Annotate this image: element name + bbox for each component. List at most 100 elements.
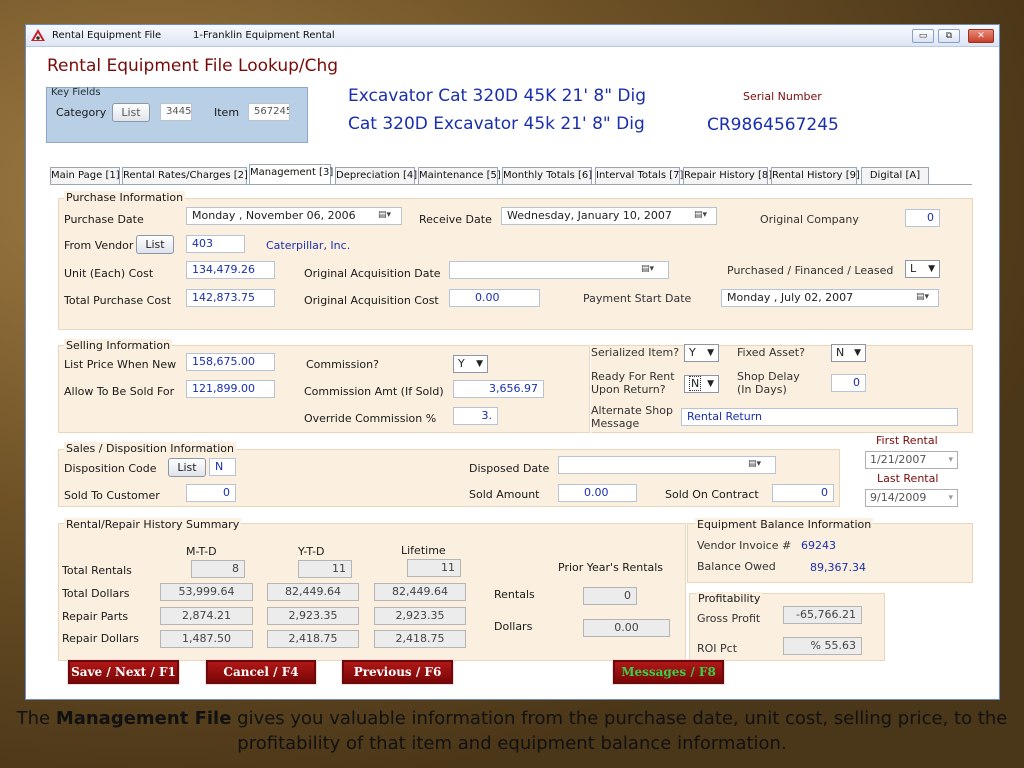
main-content: Rental Equipment File Lookup/Chg Key Fie… xyxy=(26,48,999,699)
previous-button[interactable]: Previous / F6 xyxy=(341,659,454,685)
disposed-date-field[interactable] xyxy=(558,456,776,474)
item-label: Item xyxy=(214,106,240,119)
tab-maintenance[interactable]: Maintenance [5] xyxy=(418,167,501,184)
payment-start-field[interactable]: Monday , July 02, 2007 xyxy=(721,289,939,307)
caption-bold-text: Management File xyxy=(55,708,232,729)
cancel-button[interactable]: Cancel / F4 xyxy=(205,659,317,685)
messages-button[interactable]: Messages / F8 xyxy=(612,659,725,685)
list-price-field[interactable]: 158,675.00 xyxy=(186,353,275,371)
balance-title: Equipment Balance Information xyxy=(695,518,874,531)
commission-amt-label: Commission Amt (If Sold) xyxy=(304,385,444,398)
purchase-date-label: Purchase Date xyxy=(64,213,144,226)
total-cost-label: Total Purchase Cost xyxy=(64,294,172,307)
shop-delay-field[interactable]: 0 xyxy=(831,374,866,392)
total-dollars-label: Total Dollars xyxy=(62,587,130,600)
profitability-title: Profitability xyxy=(696,592,763,605)
balance-owed-label: Balance Owed xyxy=(697,560,776,573)
prior-dollars-label: Dollars xyxy=(494,620,533,633)
payment-start-calendar-icon[interactable]: ▤▾ xyxy=(916,292,929,302)
commission-select[interactable]: Y ▼ xyxy=(453,355,488,373)
window-subtitle: 1-Franklin Equipment Rental xyxy=(193,30,335,41)
disposition-code-field[interactable]: N xyxy=(209,458,236,476)
tab-rental-rates[interactable]: Rental Rates/Charges [2] xyxy=(122,167,248,184)
category-input[interactable]: 3445 xyxy=(160,103,192,121)
selling-info-title: Selling Information xyxy=(64,339,173,352)
allow-sold-label: Allow To Be Sold For xyxy=(64,385,175,398)
vendor-name: Caterpillar, Inc. xyxy=(266,239,351,252)
repair-dollars-ytd: 2,418.75 xyxy=(267,630,359,648)
sold-to-customer-label: Sold To Customer xyxy=(64,489,160,502)
prior-rentals-field: 0 xyxy=(583,587,637,605)
original-company-label: Original Company xyxy=(760,213,859,226)
orig-acq-date-field[interactable] xyxy=(449,261,669,279)
fixed-asset-select[interactable]: N ▼ xyxy=(831,344,866,362)
window-title: Rental Equipment File xyxy=(52,30,162,41)
slide-caption: The Management File gives you valuable i… xyxy=(16,708,1008,754)
minimize-button[interactable]: ▭ xyxy=(912,29,934,43)
tab-main-page[interactable]: Main Page [1] xyxy=(50,167,120,184)
receive-date-field[interactable]: Wednesday, January 10, 2007 xyxy=(501,207,717,225)
pfl-select[interactable]: L ▼ xyxy=(905,260,940,278)
receive-date-calendar-icon[interactable]: ▤▾ xyxy=(694,210,707,220)
tab-depreciation[interactable]: Depreciation [4] xyxy=(335,167,417,184)
save-next-button[interactable]: Save / Next / F1 xyxy=(67,659,180,685)
sold-amount-field[interactable]: 0.00 xyxy=(558,484,637,502)
page-title: Rental Equipment File Lookup/Chg xyxy=(47,56,339,76)
last-rental-label: Last Rental xyxy=(877,472,939,485)
roi-pct-label: ROI Pct xyxy=(697,642,738,655)
item-input[interactable]: 567245 xyxy=(248,103,290,121)
receive-date-label: Receive Date xyxy=(419,213,492,226)
list-price-label: List Price When New xyxy=(64,358,177,371)
ready-for-rent-label-1: Ready For Rent xyxy=(591,370,675,383)
alt-shop-message-field[interactable]: Rental Return xyxy=(681,408,958,426)
vendor-code-field[interactable]: 403 xyxy=(186,235,245,253)
equipment-description-1: Excavator Cat 320D 45K 21' 8" Dig xyxy=(348,86,647,106)
gross-profit-label: Gross Profit xyxy=(697,612,761,625)
orig-acq-cost-field[interactable]: 0.00 xyxy=(449,289,540,307)
allow-sold-field[interactable]: 121,899.00 xyxy=(186,380,275,398)
commission-amt-field[interactable]: 3,656.97 xyxy=(453,380,544,398)
purchase-date-calendar-icon[interactable]: ▤▾ xyxy=(378,210,391,220)
close-button[interactable]: ✕ xyxy=(968,29,994,43)
history-title: Rental/Repair History Summary xyxy=(64,518,242,531)
gross-profit-field: -65,766.21 xyxy=(783,606,862,624)
first-rental-label: First Rental xyxy=(876,434,938,447)
tab-repair-history[interactable]: Repair History [8] xyxy=(683,167,772,184)
category-list-button[interactable]: List xyxy=(112,103,150,122)
col-lifetime-label: Lifetime xyxy=(401,544,446,557)
app-window: Rental Equipment File 1-Franklin Equipme… xyxy=(25,24,1000,700)
vendor-list-button[interactable]: List xyxy=(136,235,174,254)
maximize-button[interactable]: ⧉ xyxy=(938,29,960,43)
tab-rental-history[interactable]: Rental History [9] xyxy=(771,167,860,184)
total-dollars-lifetime: 82,449.64 xyxy=(374,583,466,601)
repair-parts-lifetime: 2,923.35 xyxy=(374,607,466,625)
total-cost-field[interactable]: 142,873.75 xyxy=(186,289,275,307)
original-company-field[interactable]: 0 xyxy=(905,209,940,227)
ready-for-rent-select[interactable]: N ▼ xyxy=(684,375,719,393)
sold-to-customer-field[interactable]: 0 xyxy=(186,484,236,502)
balance-panel xyxy=(687,523,973,583)
tab-digital[interactable]: Digital [A] xyxy=(861,167,929,184)
unit-cost-label: Unit (Each) Cost xyxy=(64,267,154,280)
total-rentals-ytd: 11 xyxy=(298,560,352,578)
total-rentals-lifetime: 11 xyxy=(407,559,461,577)
sold-on-contract-field[interactable]: 0 xyxy=(772,484,834,502)
disposition-list-button[interactable]: List xyxy=(168,458,206,477)
tab-management[interactable]: Management [3] xyxy=(249,164,333,185)
tab-monthly-totals[interactable]: Monthly Totals [6] xyxy=(502,167,592,184)
repair-dollars-lifetime: 2,418.75 xyxy=(374,630,466,648)
purchase-date-field[interactable]: Monday , November 06, 2006 xyxy=(186,207,402,225)
last-rental-select[interactable]: 9/14/2009 ▾ xyxy=(865,489,958,507)
unit-cost-field[interactable]: 134,479.26 xyxy=(186,261,275,279)
first-rental-select[interactable]: 1/21/2007 ▾ xyxy=(865,451,958,469)
orig-acq-date-calendar-icon[interactable]: ▤▾ xyxy=(641,264,654,274)
disposed-date-calendar-icon[interactable]: ▤▾ xyxy=(748,459,761,469)
tab-interval-totals[interactable]: Interval Totals [7] xyxy=(595,167,683,184)
disposed-date-label: Disposed Date xyxy=(469,462,550,475)
serialized-select[interactable]: Y ▼ xyxy=(684,344,719,362)
col-mtd-label: M-T-D xyxy=(186,545,217,558)
vendor-invoice-value: 69243 xyxy=(801,539,836,552)
prior-rentals-label: Rentals xyxy=(494,588,535,601)
override-commission-field[interactable]: 3. xyxy=(453,407,498,425)
override-commission-label: Override Commission % xyxy=(304,412,437,425)
